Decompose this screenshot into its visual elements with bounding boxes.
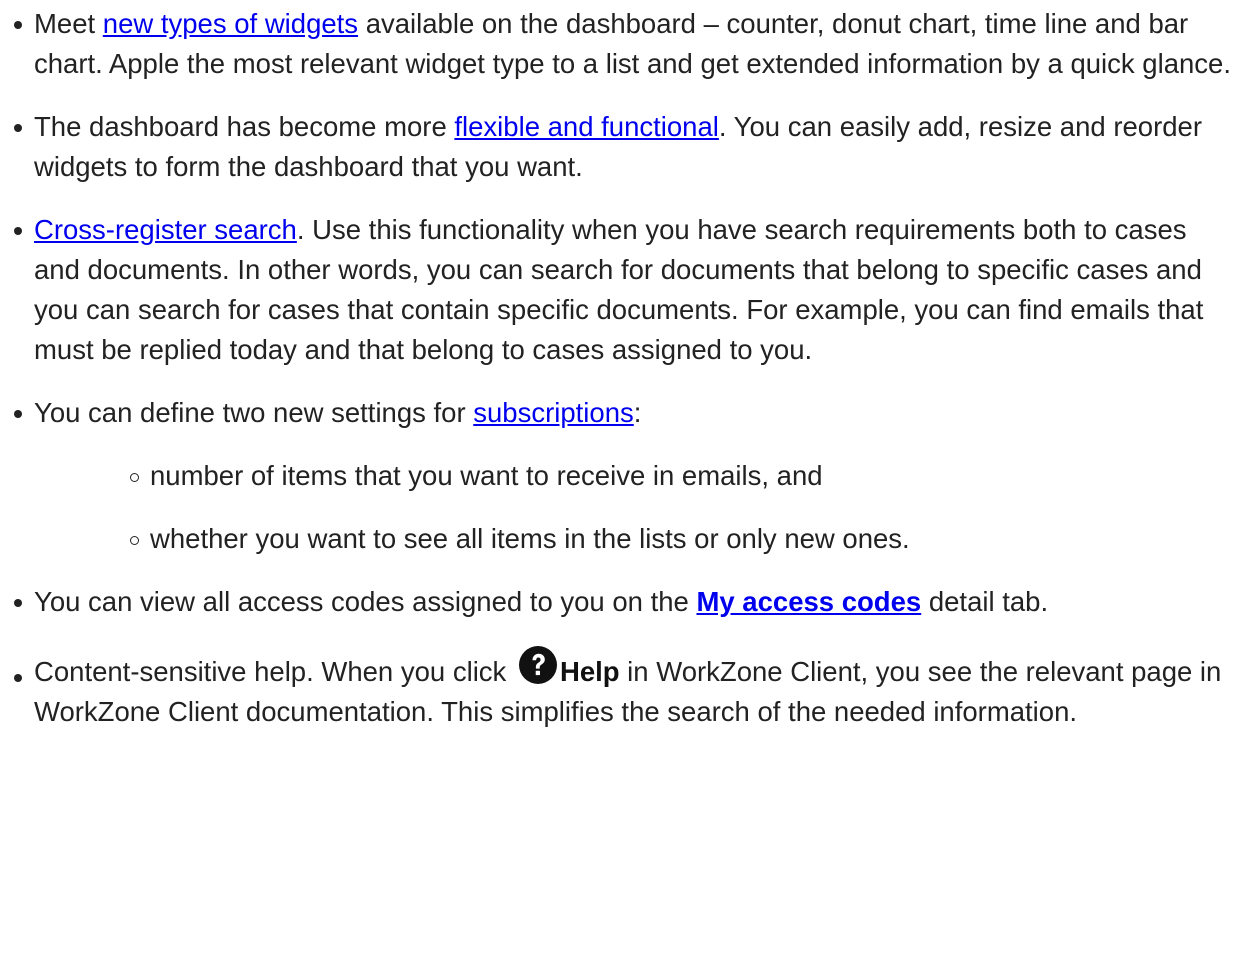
item-text-pre: You can define two new settings for xyxy=(34,397,474,428)
list-item: You can view all access codes assigned t… xyxy=(0,582,1235,622)
bullet-icon xyxy=(14,124,22,132)
subscription-settings-list: number of items that you want to receive… xyxy=(0,456,1235,559)
list-item: Content-sensitive help. When you click H… xyxy=(0,645,1235,732)
item-text-pre: The dashboard has become more xyxy=(34,111,455,142)
help-button-label: Help xyxy=(559,656,620,687)
bullet-icon xyxy=(14,599,22,607)
link-cross-register-search[interactable]: Cross-register search xyxy=(34,214,297,245)
sub-item-text: number of items that you want to receive… xyxy=(150,460,823,491)
link-subscriptions[interactable]: subscriptions xyxy=(473,397,634,428)
circle-bullet-icon xyxy=(130,473,139,482)
list-item: Cross-register search. Use this function… xyxy=(0,210,1235,370)
bullet-icon xyxy=(14,21,22,29)
item-text-post: : xyxy=(633,397,642,428)
feature-list: Meet new types of widgets available on t… xyxy=(0,4,1235,433)
item-text-post: detail tab. xyxy=(921,586,1049,617)
item-text-pre: Content-sensitive help. When you click xyxy=(34,656,514,687)
sub-list-item: whether you want to see all items in the… xyxy=(0,519,1235,559)
list-item: You can define two new settings for subs… xyxy=(0,393,1235,433)
sub-list-item: number of items that you want to receive… xyxy=(0,456,1235,496)
list-item: The dashboard has become more flexible a… xyxy=(0,107,1235,187)
item-text-pre: You can view all access codes assigned t… xyxy=(34,586,697,617)
feature-list-continued: You can view all access codes assigned t… xyxy=(0,582,1235,732)
link-my-access-codes[interactable]: My access codes xyxy=(696,586,921,617)
link-flexible-functional[interactable]: flexible and functional xyxy=(454,111,719,142)
bullet-icon xyxy=(14,227,22,235)
item-text-pre: Meet xyxy=(34,8,103,39)
bullet-icon xyxy=(14,410,22,418)
list-item: Meet new types of widgets available on t… xyxy=(0,4,1235,84)
question-circle-icon xyxy=(518,646,557,684)
circle-bullet-icon xyxy=(130,536,139,545)
document-body: Meet new types of widgets available on t… xyxy=(0,4,1235,732)
sub-item-text: whether you want to see all items in the… xyxy=(150,523,910,554)
bullet-icon xyxy=(14,674,22,682)
link-new-widget-types[interactable]: new types of widgets xyxy=(103,8,358,39)
